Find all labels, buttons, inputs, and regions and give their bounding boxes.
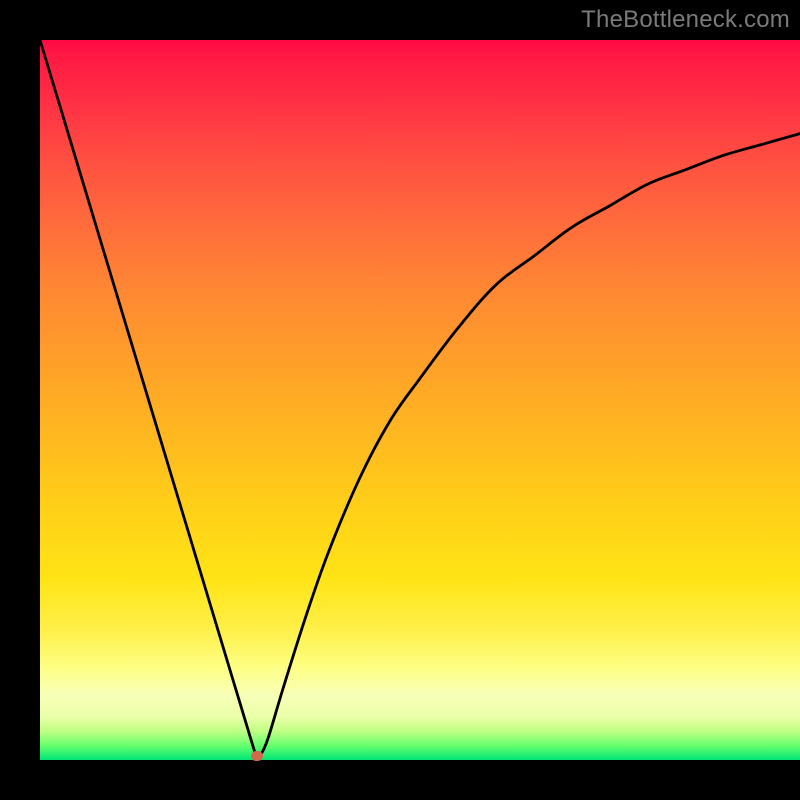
plot-area	[40, 40, 800, 760]
curve-svg	[40, 40, 800, 760]
bottleneck-curve	[40, 40, 800, 758]
chart-frame: TheBottleneck.com	[0, 0, 800, 800]
watermark-text: TheBottleneck.com	[581, 6, 790, 34]
minimum-marker	[251, 751, 263, 761]
